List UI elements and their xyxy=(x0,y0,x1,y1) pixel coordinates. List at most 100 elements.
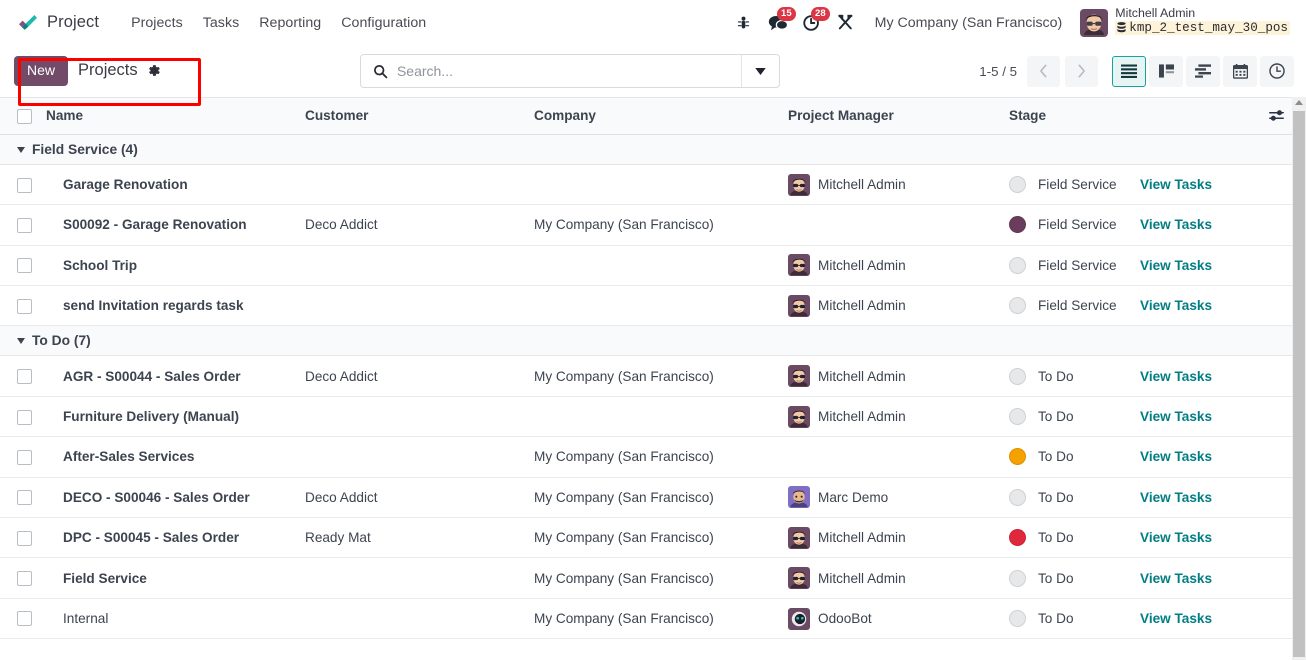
cell-name[interactable]: School Trip xyxy=(46,245,305,287)
status-badge[interactable] xyxy=(1009,367,1026,385)
column-header-project-manager[interactable]: Project Manager xyxy=(788,97,1009,135)
column-header-name[interactable]: Name xyxy=(46,97,305,135)
row-checkbox[interactable] xyxy=(17,409,32,425)
view-button-gantt[interactable] xyxy=(1186,55,1220,87)
row-checkbox[interactable] xyxy=(17,369,32,385)
nav-item-tasks[interactable]: Tasks xyxy=(193,9,250,37)
row-checkbox[interactable] xyxy=(17,611,32,627)
search-view[interactable] xyxy=(359,54,780,88)
status-badge[interactable] xyxy=(1009,408,1026,426)
cell-customer[interactable] xyxy=(305,285,534,327)
cell-stage[interactable]: Field Service xyxy=(1009,245,1140,287)
row-checkbox[interactable] xyxy=(17,258,32,274)
cell-company[interactable]: My Company (San Francisco) xyxy=(534,204,788,246)
status-badge[interactable] xyxy=(1009,448,1026,466)
view-tasks-link[interactable]: View Tasks xyxy=(1140,571,1212,586)
cell-company[interactable]: My Company (San Francisco) xyxy=(534,517,788,559)
cell-stage[interactable]: To Do xyxy=(1009,557,1140,599)
user-menu[interactable]: Mitchell Admin kmp_2_test_may_30_pos xyxy=(1070,4,1294,41)
select-all-checkbox[interactable] xyxy=(17,108,32,124)
row-checkbox[interactable] xyxy=(17,449,32,465)
table-row[interactable]: School Trip Mitchell Admin Field Service Vi… xyxy=(0,245,1292,287)
gear-icon[interactable] xyxy=(146,63,161,78)
nav-item-configuration[interactable]: Configuration xyxy=(331,9,436,37)
view-tasks-link[interactable]: View Tasks xyxy=(1140,530,1212,545)
scrollbar-thumb[interactable] xyxy=(1293,111,1305,657)
status-badge[interactable] xyxy=(1009,216,1026,234)
new-button[interactable]: New xyxy=(14,56,69,86)
cell-project-manager[interactable] xyxy=(788,204,1009,246)
cell-stage[interactable]: To Do xyxy=(1009,477,1140,519)
cell-project-manager[interactable]: Mitchell Admin xyxy=(788,164,1009,206)
cell-stage[interactable]: Field Service xyxy=(1009,204,1140,246)
cell-name[interactable]: DPC - S00045 - Sales Order xyxy=(46,517,305,559)
cell-project-manager[interactable]: Mitchell Admin xyxy=(788,557,1009,599)
table-row[interactable]: Garage Renovation Mitchell Admin Field Ser… xyxy=(0,164,1292,206)
cell-customer[interactable]: Deco Addict xyxy=(305,355,534,397)
row-checkbox[interactable] xyxy=(17,217,32,233)
cell-project-manager[interactable]: OdooBot xyxy=(788,598,1009,640)
cell-name[interactable]: Furniture Delivery (Manual) xyxy=(46,396,305,438)
table-row[interactable]: AGR - S00044 - Sales Order Deco Addict My … xyxy=(0,355,1292,397)
view-tasks-link[interactable]: View Tasks xyxy=(1140,611,1212,626)
group-header-cell[interactable]: To Do (7) xyxy=(0,325,1292,357)
group-header-row[interactable]: Field Service (4) xyxy=(0,133,1292,165)
status-badge[interactable] xyxy=(1009,176,1026,194)
cell-stage[interactable]: To Do xyxy=(1009,598,1140,640)
table-row[interactable]: Internal My Company (San Francisco) OdooBo… xyxy=(0,598,1292,640)
cell-name[interactable]: Field Service xyxy=(46,557,305,599)
debug-bug-icon[interactable] xyxy=(727,6,761,40)
row-checkbox[interactable] xyxy=(17,530,32,546)
cell-project-manager[interactable]: Mitchell Admin xyxy=(788,285,1009,327)
cell-company[interactable] xyxy=(534,245,788,287)
view-button-kanban[interactable] xyxy=(1149,55,1183,87)
cell-name[interactable]: DECO - S00046 - Sales Order xyxy=(46,477,305,519)
toggle-columns-icon[interactable] xyxy=(1260,109,1292,122)
view-button-list[interactable] xyxy=(1112,55,1146,87)
cell-project-manager[interactable]: Mitchell Admin xyxy=(788,245,1009,287)
cell-name[interactable]: Garage Renovation xyxy=(46,164,305,206)
cell-name[interactable]: After-Sales Services xyxy=(46,436,305,478)
search-input[interactable] xyxy=(396,55,741,87)
view-tasks-link[interactable]: View Tasks xyxy=(1140,258,1212,273)
table-row[interactable]: DPC - S00045 - Sales Order Ready Mat My Co… xyxy=(0,517,1292,559)
view-button-calendar[interactable] xyxy=(1223,55,1257,87)
cell-customer[interactable]: Deco Addict xyxy=(305,204,534,246)
cell-stage[interactable]: Field Service xyxy=(1009,285,1140,327)
row-checkbox[interactable] xyxy=(17,177,32,193)
search-dropdown-toggle[interactable] xyxy=(740,55,779,87)
vertical-scrollbar[interactable] xyxy=(1292,97,1306,660)
cell-customer[interactable] xyxy=(305,436,534,478)
cell-name[interactable]: Internal xyxy=(46,598,305,640)
pager-value[interactable]: 1-5 / 5 xyxy=(979,64,1017,79)
cell-name[interactable]: S00092 - Garage Renovation xyxy=(46,204,305,246)
group-toggle[interactable]: To Do (7) xyxy=(0,333,1292,348)
cell-name[interactable]: AGR - S00044 - Sales Order xyxy=(46,355,305,397)
cell-customer[interactable] xyxy=(305,245,534,287)
nav-item-reporting[interactable]: Reporting xyxy=(249,9,331,37)
cell-company[interactable] xyxy=(534,285,788,327)
group-toggle[interactable]: Field Service (4) xyxy=(0,142,1292,157)
cell-project-manager[interactable]: Mitchell Admin xyxy=(788,396,1009,438)
cell-customer[interactable] xyxy=(305,598,534,640)
messages-icon[interactable]: 15 xyxy=(761,6,796,40)
odoo-project-logo-icon[interactable] xyxy=(14,10,40,36)
active-company-selector[interactable]: My Company (San Francisco) xyxy=(867,9,1071,37)
pager-next-button[interactable] xyxy=(1065,55,1098,87)
column-header-stage[interactable]: Stage xyxy=(1009,97,1140,135)
table-row[interactable]: Field Service My Company (San Francisco) M… xyxy=(0,557,1292,599)
cell-customer[interactable] xyxy=(305,164,534,206)
status-badge[interactable] xyxy=(1009,256,1026,274)
cell-name[interactable]: send Invitation regards task xyxy=(46,285,305,327)
nav-item-projects[interactable]: Projects xyxy=(121,9,193,37)
view-tasks-link[interactable]: View Tasks xyxy=(1140,217,1212,232)
view-tasks-link[interactable]: View Tasks xyxy=(1140,177,1212,192)
table-row[interactable]: DECO - S00046 - Sales Order Deco Addict My… xyxy=(0,477,1292,519)
column-header-company[interactable]: Company xyxy=(534,97,788,135)
cell-customer[interactable] xyxy=(305,396,534,438)
status-badge[interactable] xyxy=(1009,569,1026,587)
table-row[interactable]: After-Sales Services My Company (San Fran… xyxy=(0,436,1292,478)
cell-stage[interactable]: To Do xyxy=(1009,355,1140,397)
cell-company[interactable]: My Company (San Francisco) xyxy=(534,598,788,640)
view-tasks-link[interactable]: View Tasks xyxy=(1140,409,1212,424)
